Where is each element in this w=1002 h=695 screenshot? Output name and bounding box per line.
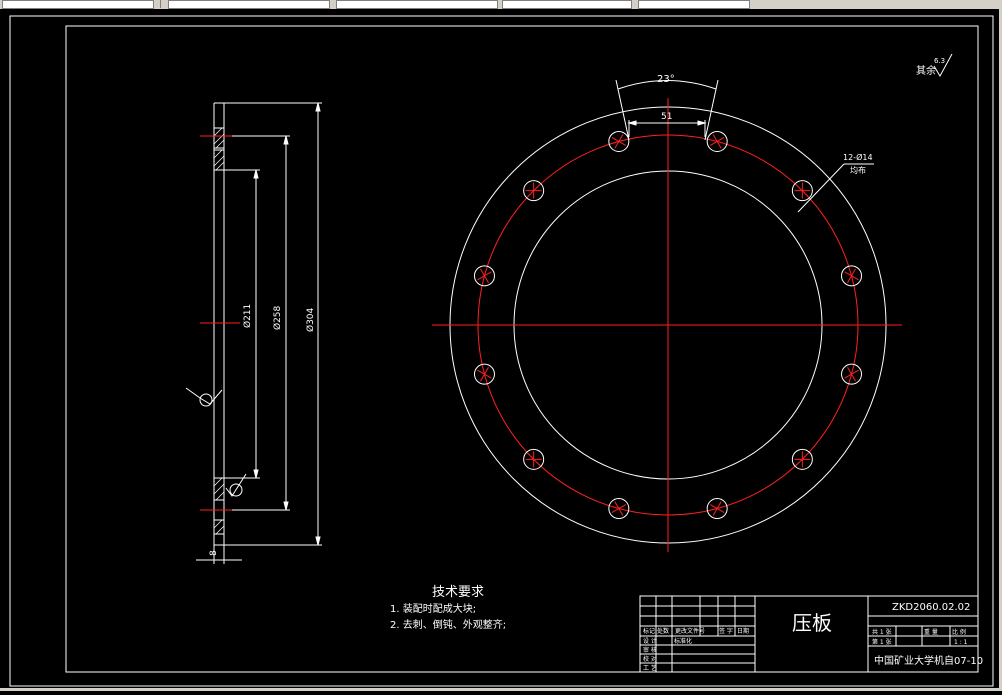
dim-d304-label: Ø304 <box>305 307 316 332</box>
rev-header-count: 处数 <box>657 627 669 635</box>
bolt-hole-centermark <box>847 268 856 284</box>
role-review: 审 核 <box>643 646 657 654</box>
roughness-label: 其余 <box>916 64 936 77</box>
toolbar-field-5[interactable] <box>638 0 750 9</box>
front-view <box>432 98 902 552</box>
toolbar-field-3[interactable] <box>336 0 498 9</box>
dim-thickness-label: 8 <box>209 550 219 556</box>
toolbar-field-4[interactable] <box>502 0 632 9</box>
tech-req-item-2: 2. 去刺、倒钝、外观整齐; <box>390 618 506 631</box>
bolt-hole-centermark <box>709 504 725 513</box>
scale-value: 1 : 1 <box>954 639 968 646</box>
tech-req-item-1: 1. 装配时配成大块; <box>390 602 476 615</box>
organization: 中国矿业大学机自07-10 <box>874 654 983 667</box>
bolt-hole-centermark <box>712 134 722 149</box>
part-name: 压板 <box>792 611 832 635</box>
rev-header-mark: 标记 <box>643 627 655 635</box>
cad-drawing-canvas[interactable]: Ø211 Ø258 Ø304 8 23° 51 12-Ø14 均布 其余 6.3… <box>0 9 1002 691</box>
dim-d211-label: Ø211 <box>242 304 253 328</box>
side-section-view <box>185 102 322 564</box>
sheet-total: 共 1 张 <box>872 628 892 636</box>
toolbar-field-2[interactable] <box>168 0 330 9</box>
roughness-value: 6.3 <box>934 57 945 65</box>
rev-header-date: 日期 <box>737 627 749 635</box>
dim-chord-label: 51 <box>661 112 672 122</box>
role-design: 设 计 <box>643 637 657 645</box>
rev-header-sign: 签 字 <box>719 627 733 635</box>
dim-holes-note: 均布 <box>850 165 866 175</box>
inner-drawing-frame <box>65 25 979 673</box>
weight-label: 重 量 <box>924 628 938 636</box>
bolt-hole-centermark <box>611 137 627 146</box>
tech-req-title: 技术要求 <box>432 585 484 600</box>
bolt-hole-centermark <box>480 366 489 382</box>
dim-d258-label: Ø258 <box>272 305 283 330</box>
bolt-hole-centermark <box>477 271 492 281</box>
outer-sheet-border <box>9 15 994 687</box>
role-check: 校 对 <box>643 655 657 663</box>
dim-holes-label: 12-Ø14 <box>843 152 873 162</box>
sheet-number: 第 1 张 <box>872 638 892 646</box>
dim-angle-label: 23° <box>657 74 675 85</box>
bolt-hole-centermark <box>614 501 624 516</box>
role-process: 工 艺 <box>643 664 657 672</box>
toolbar-separator <box>160 0 161 8</box>
toolbar-field-1[interactable] <box>2 0 154 9</box>
rev-header-docno: 更改文件号 <box>675 627 705 635</box>
bolt-hole-centermark <box>844 369 859 379</box>
drawing-number: ZKD2060.02.02 <box>892 602 970 613</box>
scale-label: 比 例 <box>952 628 966 636</box>
role-standard: 标准化 <box>674 637 692 645</box>
